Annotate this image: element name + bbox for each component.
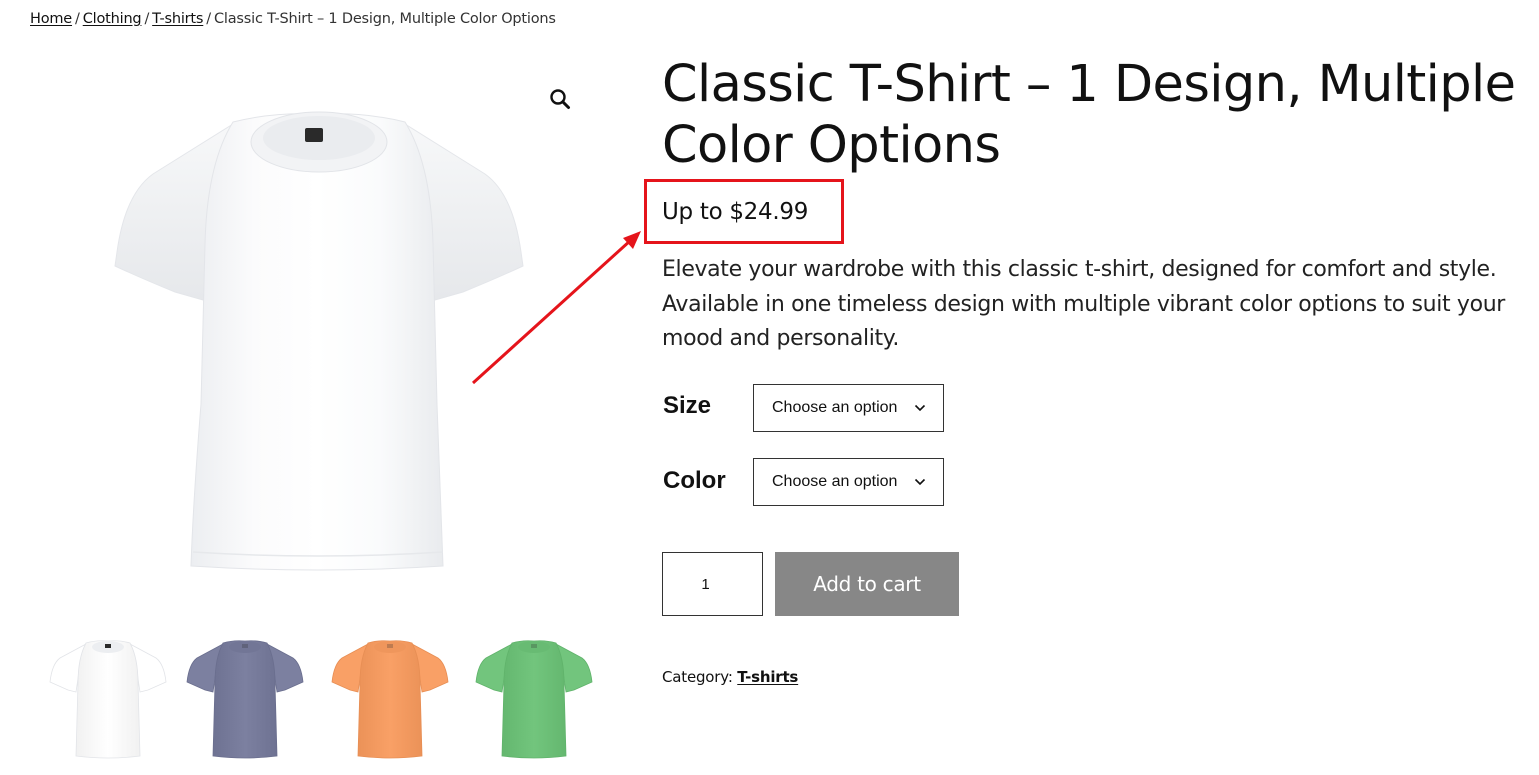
breadcrumb-separator: / xyxy=(144,11,150,27)
breadcrumb-clothing-link[interactable]: Clothing xyxy=(83,11,142,27)
color-select[interactable]: Choose an option xyxy=(753,458,944,506)
price-highlight-box xyxy=(644,179,844,244)
breadcrumb-separator: / xyxy=(75,11,80,27)
breadcrumb-home-link[interactable]: Home xyxy=(30,11,72,27)
chevron-down-icon xyxy=(914,404,926,412)
category-link[interactable]: T-shirts xyxy=(737,668,798,686)
size-select[interactable]: Choose an option xyxy=(753,384,944,432)
category-label: Category: xyxy=(662,668,733,686)
magnifier-icon[interactable] xyxy=(547,86,573,112)
tshirt-white-icon[interactable] xyxy=(48,638,168,762)
quantity-input[interactable]: 1 xyxy=(662,552,763,616)
tshirt-orange-icon[interactable] xyxy=(330,638,450,762)
product-description: Elevate your wardrobe with this classic … xyxy=(662,257,1506,351)
breadcrumb: Home / Clothing / T-shirts / Classic T-Shirt –… xyxy=(30,11,556,27)
color-label: Color xyxy=(663,467,726,494)
tshirt-slate-icon[interactable] xyxy=(185,638,305,762)
size-select-value: Choose an option xyxy=(772,399,898,416)
chevron-down-icon xyxy=(914,478,926,486)
thumbnail-strip xyxy=(48,638,598,762)
breadcrumb-current: Classic T-Shirt – 1 Design, Multiple Col… xyxy=(213,11,556,27)
breadcrumb-tshirts-link[interactable]: T-shirts xyxy=(152,11,203,27)
add-to-cart-button[interactable]: Add to cart xyxy=(775,552,959,616)
tshirt-green-icon[interactable] xyxy=(474,638,594,762)
product-title: Classic T-Shirt – 1 Design, Multiple Col… xyxy=(662,55,1516,175)
size-label: Size xyxy=(663,392,712,419)
color-select-value: Choose an option xyxy=(772,473,898,490)
product-category: Category: T-shirts xyxy=(662,668,798,686)
product-main-image[interactable] xyxy=(113,104,525,576)
annotation-arrow xyxy=(471,231,641,385)
breadcrumb-separator: / xyxy=(206,11,211,27)
